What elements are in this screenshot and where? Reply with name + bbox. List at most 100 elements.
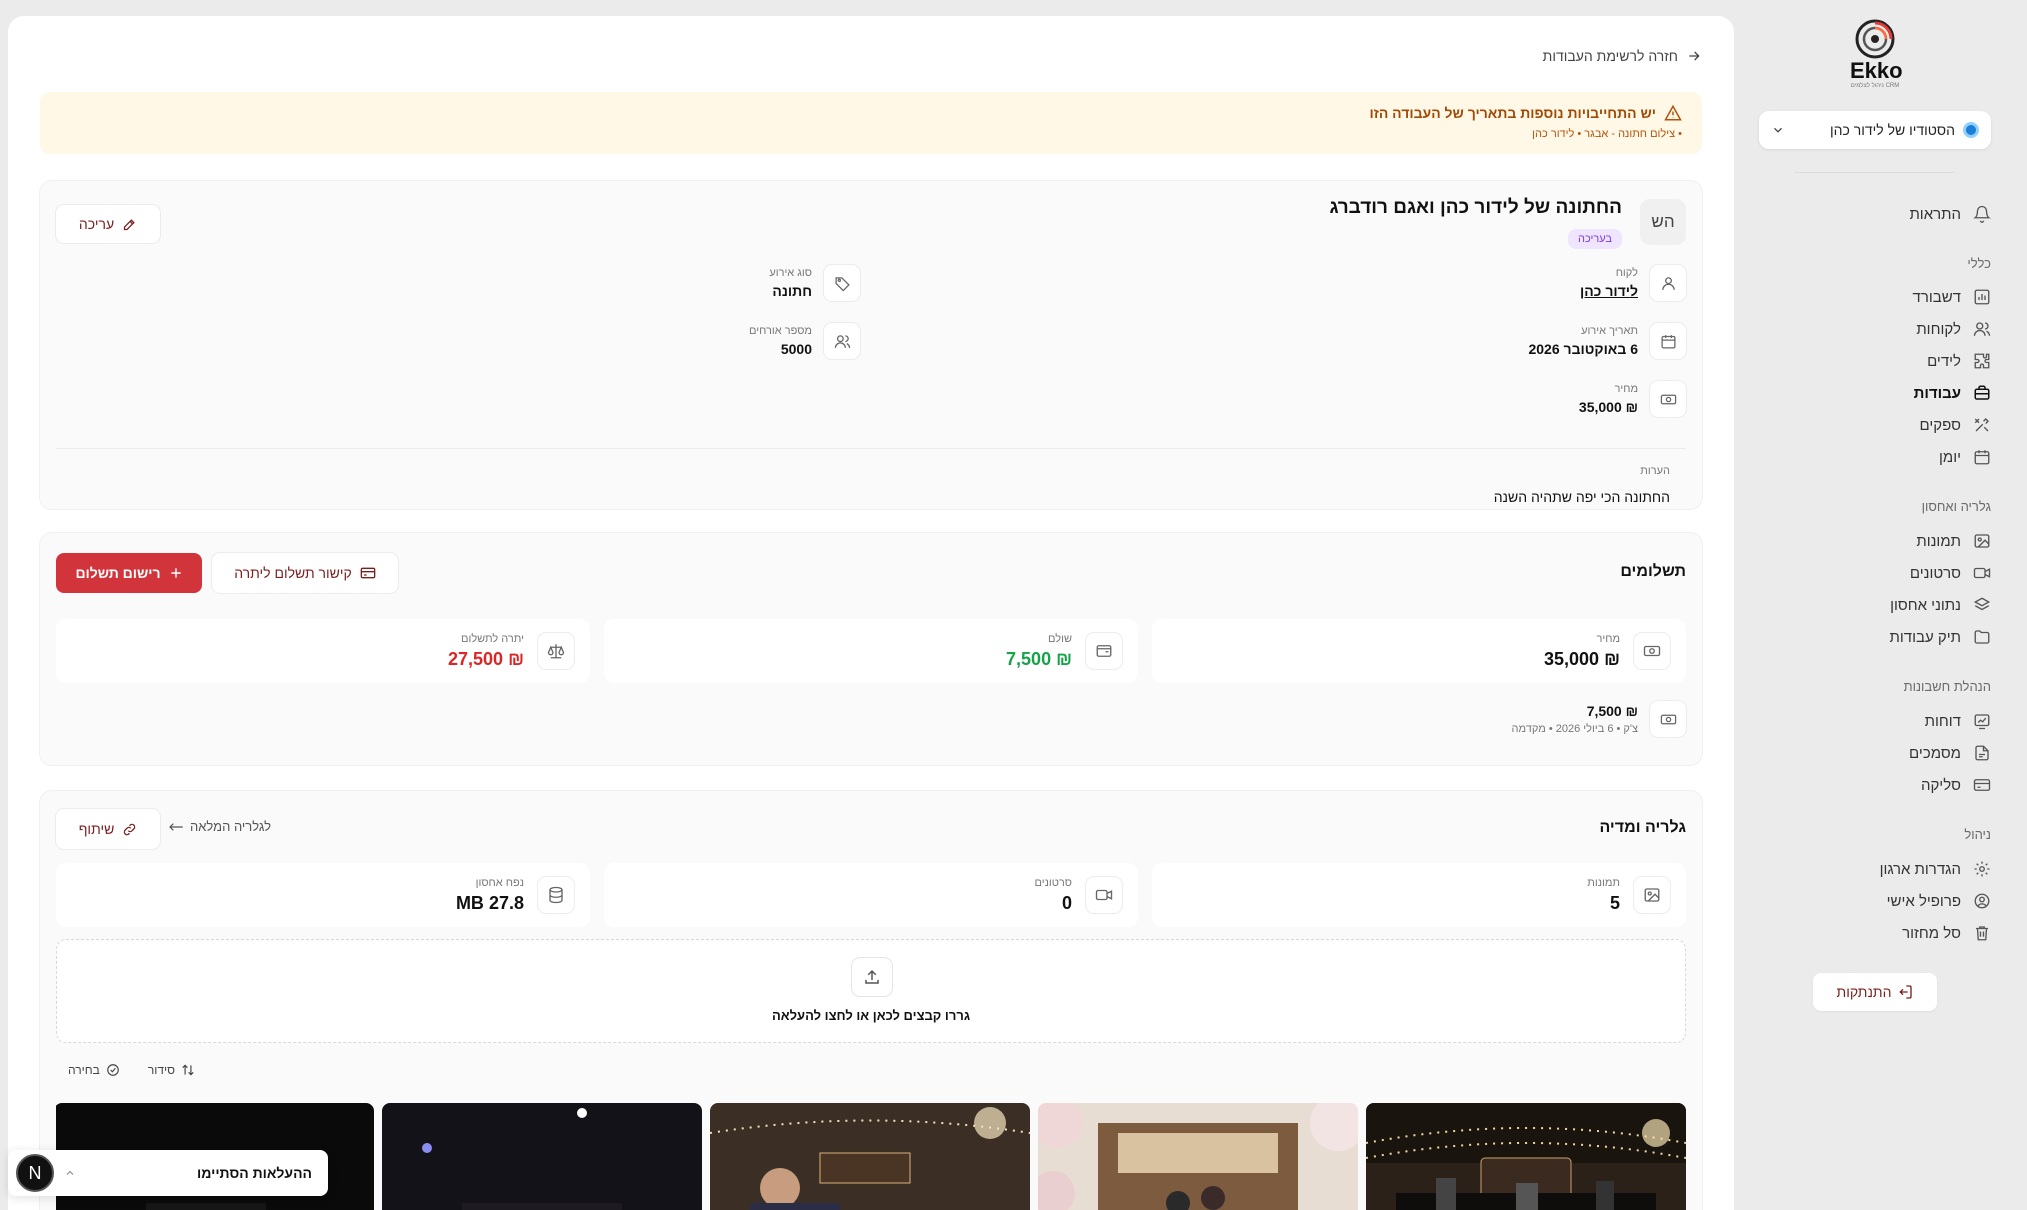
sidebar-item-label: תמונות — [1916, 532, 1961, 550]
scale-icon — [538, 633, 574, 669]
notes-label: הערות — [1640, 465, 1670, 477]
sidebar-item-storage[interactable]: נתוני אחסון — [1781, 591, 1991, 619]
sidebar-item-notifications[interactable]: התראות — [1781, 200, 1991, 228]
banknote-icon — [1650, 701, 1686, 737]
sidebar-item-photos[interactable]: תמונות — [1781, 527, 1991, 555]
event-date-value: 6 באוקטובר 2026 — [1528, 341, 1638, 357]
report-icon — [1974, 714, 1990, 730]
folder-icon — [1974, 630, 1990, 644]
warning-icon — [1664, 104, 1682, 121]
sidebar-item-billing[interactable]: סליקה — [1781, 771, 1991, 799]
select-label: בחירה — [68, 1063, 100, 1077]
plus-icon — [170, 568, 181, 578]
sidebar-item-clients[interactable]: לקוחות — [1781, 315, 1991, 343]
gallery-photo[interactable] — [1366, 1103, 1686, 1210]
sidebar-item-suppliers[interactable]: ספקים — [1781, 411, 1991, 439]
sidebar-item-documents[interactable]: מסמכים — [1781, 739, 1991, 767]
sidebar-item-trash[interactable]: סל מחזור — [1781, 919, 1991, 947]
conflict-warning: יש התחייבויות נוספות בתאריך של העבודה הז… — [40, 92, 1702, 154]
sidebar-item-profile[interactable]: פרופיל אישי — [1781, 887, 1991, 915]
stat-label: נפח אחסון — [475, 877, 524, 889]
logout-button[interactable]: התנתקות — [1813, 973, 1937, 1011]
sidebar-item-leads[interactable]: לידים — [1781, 347, 1991, 375]
chevron-down-icon — [1774, 127, 1782, 133]
full-gallery-label: לגלריה המלאה — [190, 819, 271, 834]
back-link[interactable]: חזרה לרשימת העבודות — [1543, 48, 1702, 64]
dropzone-text: גררו קבצים לכאן או לחצו להעלאה — [771, 1008, 971, 1023]
sidebar-item-label: התראות — [1909, 205, 1961, 223]
edit-label: עריכה — [78, 216, 115, 232]
section-title-gallery: גלריה ואחסון — [1921, 499, 1991, 514]
tag-icon — [824, 265, 860, 301]
trash-icon — [1976, 926, 1988, 941]
event-type-value: חתונה — [772, 283, 812, 299]
user-icon — [1650, 265, 1686, 301]
stat-label: סרטונים — [1034, 877, 1072, 889]
add-payment-button[interactable]: רישום תשלום — [56, 553, 202, 593]
calendar-icon — [1974, 450, 1990, 465]
briefcase-icon — [1974, 385, 1990, 400]
section-title-accounting: הנהלת חשבונות — [1903, 679, 1991, 694]
brand-tagline: CRM ניהול לצלמים — [1850, 83, 1900, 89]
video-icon — [1973, 567, 1991, 579]
upload-toast[interactable]: N ההעלאות הסתיימו — [8, 1150, 328, 1196]
sidebar-item-videos[interactable]: סרטונים — [1781, 559, 1991, 587]
share-label: שיתוף — [78, 821, 115, 837]
chevron-up-icon[interactable] — [64, 1167, 76, 1179]
sidebar-item-portfolio[interactable]: תיק עבודות — [1781, 623, 1991, 651]
guests-field: מספר אורחים 5000 — [749, 323, 860, 359]
wallet-icon — [1086, 633, 1122, 669]
users-icon — [1973, 322, 1991, 336]
stat-label: תמונות — [1587, 877, 1620, 889]
check-circle-icon — [107, 1064, 119, 1076]
sidebar-item-label: תיק עבודות — [1889, 628, 1961, 646]
bell-icon — [1973, 205, 1991, 223]
payment-entry[interactable]: ₪ 7,500 צ'ק • 6 ביולי 2026 • מקדמה — [1512, 701, 1686, 737]
image-icon — [1974, 534, 1990, 548]
price-label: מחיר — [1614, 383, 1638, 395]
sidebar-item-org-settings[interactable]: הגדרות ארגון — [1781, 855, 1991, 883]
stat-label: יתרה לתשלום — [461, 633, 524, 645]
brand-logo[interactable]: Ekko CRM ניהול לצלמים — [1850, 18, 1903, 92]
videos-stat: סרטונים 0 — [604, 863, 1138, 927]
full-gallery-link[interactable]: לגלריה המלאה — [168, 819, 271, 834]
stat-value: ₪ 7,500 — [1006, 649, 1072, 669]
sort-button[interactable]: סידור — [148, 1063, 195, 1077]
sidebar-item-label: ספקים — [1919, 416, 1961, 434]
share-button[interactable]: שיתוף — [56, 809, 160, 849]
banknote-icon — [1650, 381, 1686, 417]
warning-title: יש התחייבויות נוספות בתאריך של העבודה הז… — [1369, 105, 1656, 121]
sidebar-item-dashboard[interactable]: דשבורד — [1781, 283, 1991, 311]
sidebar-item-jobs[interactable]: עבודות — [1781, 379, 1991, 407]
guests-label: מספר אורחים — [749, 325, 812, 337]
select-button[interactable]: בחירה — [68, 1063, 120, 1077]
sidebar-item-reports[interactable]: דוחות — [1781, 707, 1991, 735]
brand-name: Ekko — [1850, 58, 1903, 83]
client-link[interactable]: לידור כהן — [1580, 283, 1638, 299]
gallery-card: גלריה ומדיה שיתוף לגלריה המלאה תמונות 5 … — [40, 791, 1702, 1210]
payment-link-label: קישור תשלום ליתרה — [234, 565, 352, 581]
notes-value: החתונה הכי יפה שתהיה השנה — [1493, 489, 1670, 505]
upload-dropzone[interactable]: גררו קבצים לכאן או לחצו להעלאה — [56, 939, 1686, 1043]
payment-detail: צ'ק • 6 ביולי 2026 • מקדמה — [1511, 723, 1638, 735]
logout-label: התנתקות — [1836, 984, 1892, 1000]
studio-selector[interactable]: הסטודיו של לידור כהן — [1759, 111, 1991, 149]
edit-button[interactable]: עריכה — [56, 205, 160, 243]
gallery-photo[interactable] — [382, 1103, 702, 1210]
gallery-photo[interactable] — [710, 1103, 1030, 1210]
sidebar-item-label: עבודות — [1913, 384, 1961, 402]
sidebar-item-label: סל מחזור — [1902, 924, 1961, 942]
gallery-photo[interactable] — [1038, 1103, 1358, 1210]
sidebar-item-label: נתוני אחסון — [1890, 596, 1961, 614]
client-label: לקוח — [1615, 267, 1638, 279]
sidebar-item-label: יומן — [1939, 448, 1961, 466]
logout-icon — [1899, 985, 1913, 999]
sidebar-item-label: דוחות — [1924, 712, 1961, 730]
price-field: מחיר ₪ 35,000 — [1579, 381, 1686, 417]
banknote-icon — [1634, 633, 1670, 669]
stat-value: 5 — [1609, 893, 1620, 913]
sidebar-item-calendar[interactable]: יומן — [1781, 443, 1991, 471]
upload-icon — [852, 958, 892, 996]
payment-link-button[interactable]: קישור תשלום ליתרה — [212, 553, 398, 593]
gallery-toolbar: סידור בחירה — [68, 1063, 195, 1077]
